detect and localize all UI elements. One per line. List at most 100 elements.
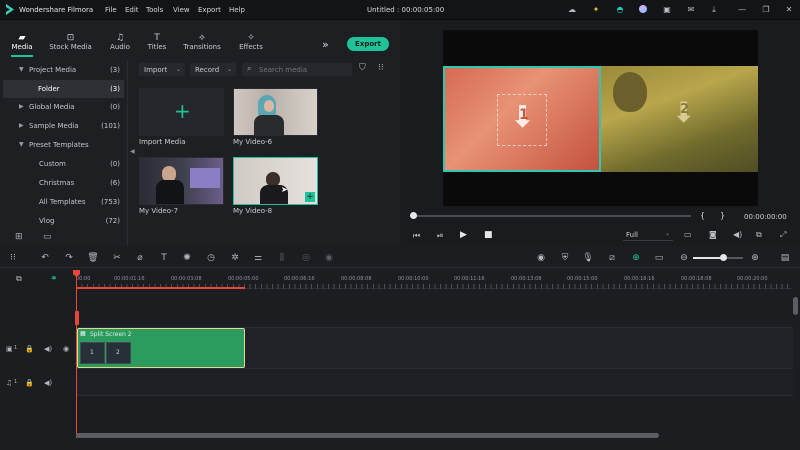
tab-stock-media[interactable]: ⊡ Stock Media: [48, 33, 93, 51]
render-icon[interactable]: ◉: [535, 253, 547, 263]
menu-edit[interactable]: Edit: [125, 6, 139, 14]
tab-media[interactable]: ▰ Media: [5, 33, 39, 51]
tree-item-sample-media[interactable]: ▶ Sample Media (101): [0, 117, 127, 135]
download-icon[interactable]: ⤓: [709, 5, 719, 15]
eye-icon[interactable]: ◉: [63, 345, 69, 353]
ai-icon[interactable]: ⧄: [606, 253, 618, 263]
video-track-number: 1: [14, 345, 18, 351]
marker-icon[interactable]: ▭: [653, 253, 665, 263]
lock-icon[interactable]: 🔒: [25, 379, 34, 387]
zoom-slider-fill: [693, 257, 723, 259]
stop-icon[interactable]: ■: [484, 230, 493, 240]
snapshot-icon[interactable]: ◙: [709, 230, 717, 239]
shield-icon[interactable]: ⛨: [559, 253, 571, 263]
media-thumb-video-7[interactable]: [139, 157, 224, 205]
speed-icon[interactable]: ◷: [205, 253, 217, 263]
add-track-icon[interactable]: ⧉: [16, 274, 22, 284]
effect-icon[interactable]: ✲: [229, 253, 241, 263]
tree-item-custom[interactable]: Custom (0): [0, 155, 127, 173]
save-icon[interactable]: ▣: [662, 5, 672, 15]
mark-out-icon[interactable]: }: [720, 211, 725, 220]
tree-item-preset-templates[interactable]: ▼ Preset Templates: [0, 136, 127, 154]
speaker-icon[interactable]: ◀): [44, 345, 52, 353]
import-media-tile[interactable]: +: [139, 88, 224, 136]
tree-item-all-templates[interactable]: All Templates (753): [0, 193, 127, 211]
horizontal-scrollbar[interactable]: [76, 433, 659, 438]
tab-transitions[interactable]: ⟡ Transitions: [180, 33, 224, 51]
grid-icon[interactable]: ⁝⁝: [7, 253, 19, 263]
cloud-icon[interactable]: ☁: [567, 5, 577, 15]
search-box[interactable]: ⌕: [242, 63, 352, 76]
redo-icon[interactable]: ↷: [63, 253, 75, 263]
collapse-panel-icon[interactable]: ◀: [130, 148, 135, 155]
delete-icon[interactable]: 🗑: [87, 253, 99, 263]
headset-icon[interactable]: ◓: [615, 5, 625, 15]
filter-icon[interactable]: ⛉: [359, 63, 366, 73]
timeline-settings-icon[interactable]: ▤: [779, 253, 791, 263]
zoom-in-icon[interactable]: ⊕: [749, 253, 761, 263]
text-t-icon: T: [154, 33, 160, 43]
record-dropdown[interactable]: Record ⌄: [190, 63, 236, 76]
color-icon[interactable]: ✺: [181, 253, 193, 263]
tag-icon[interactable]: ⌀: [134, 253, 146, 263]
avatar-icon[interactable]: [638, 5, 648, 15]
scrubber-handle[interactable]: [410, 212, 417, 219]
tab-titles[interactable]: T Titles: [142, 33, 172, 51]
folder-outline-icon[interactable]: ▭: [43, 232, 52, 242]
link-icon[interactable]: ⚭: [50, 274, 58, 284]
fullscreen-icon[interactable]: ⤢: [780, 230, 786, 240]
media-thumb-video-8[interactable]: + ➤: [233, 157, 318, 205]
volume-icon[interactable]: ◀): [733, 230, 742, 239]
mark-in-icon[interactable]: {: [700, 211, 705, 220]
tree-item-vlog[interactable]: Vlog (72): [0, 212, 127, 230]
text-icon[interactable]: T: [158, 253, 170, 263]
search-input[interactable]: [259, 65, 347, 74]
prev-frame-icon[interactable]: ⏮: [413, 231, 420, 241]
zoom-slider-handle[interactable]: [720, 254, 727, 261]
menu-export[interactable]: Export: [198, 6, 221, 14]
lock-icon[interactable]: 🔒: [25, 345, 34, 353]
play-reverse-icon[interactable]: ⏯: [437, 231, 443, 241]
quality-dropdown[interactable]: Full ⌄: [623, 229, 673, 241]
menu-view[interactable]: View: [173, 6, 190, 14]
adjust-icon[interactable]: ⚌: [252, 253, 264, 263]
mic-icon[interactable]: 🎙: [582, 253, 594, 263]
vertical-scrollbar[interactable]: [793, 297, 798, 315]
menu-help[interactable]: Help: [229, 6, 245, 14]
menu-file[interactable]: File: [105, 6, 117, 14]
video-track-icon: ▣: [6, 345, 13, 353]
tab-effects[interactable]: ✧ Effects: [235, 33, 267, 51]
tree-item-christmas[interactable]: Christmas (6): [0, 174, 127, 192]
zoom-out-icon[interactable]: ⊖: [678, 253, 690, 263]
ruler-tick: 00:00:05:00: [228, 276, 259, 282]
media-thumb-video-6[interactable]: [233, 88, 318, 136]
bulb-icon[interactable]: ✦: [591, 5, 601, 15]
export-button[interactable]: Export: [347, 37, 389, 51]
menu-tools[interactable]: Tools: [146, 6, 163, 14]
snap-icon[interactable]: ⊕: [630, 253, 642, 263]
play-icon[interactable]: ▶: [460, 230, 467, 240]
new-folder-icon[interactable]: ⊞: [15, 232, 23, 242]
cut-icon[interactable]: ✂: [111, 253, 123, 263]
minimize-icon[interactable]: —: [737, 5, 747, 15]
restore-icon[interactable]: ❐: [761, 5, 771, 15]
grid-view-icon[interactable]: ⁝⁝: [378, 63, 384, 73]
tree-item-project-media[interactable]: ▼ Project Media (3): [0, 61, 127, 79]
display-icon[interactable]: ▭: [684, 230, 692, 239]
undo-icon[interactable]: ↶: [39, 253, 51, 263]
add-to-timeline-icon[interactable]: +: [305, 192, 315, 202]
tree-item-folder[interactable]: Folder (3): [3, 80, 124, 98]
tab-audio[interactable]: ♫ Audio: [104, 33, 136, 51]
close-icon[interactable]: ✕: [784, 5, 794, 15]
pip-icon[interactable]: ⧉: [756, 230, 762, 240]
import-dropdown[interactable]: Import ⌄: [139, 63, 185, 76]
mail-icon[interactable]: ✉: [686, 5, 696, 15]
playhead-line[interactable]: [76, 276, 77, 438]
more-tabs-icon[interactable]: »: [322, 38, 329, 51]
tree-item-global-media[interactable]: ▶ Global Media (0): [0, 98, 127, 116]
preview-scrubber[interactable]: [413, 215, 691, 217]
audio-track-lane: [76, 370, 793, 396]
stabilize-icon: ◉: [325, 253, 333, 263]
speaker-icon[interactable]: ◀): [44, 379, 52, 387]
split-screen-clip[interactable]: ▦ Split Screen 2 1 2: [77, 328, 245, 368]
